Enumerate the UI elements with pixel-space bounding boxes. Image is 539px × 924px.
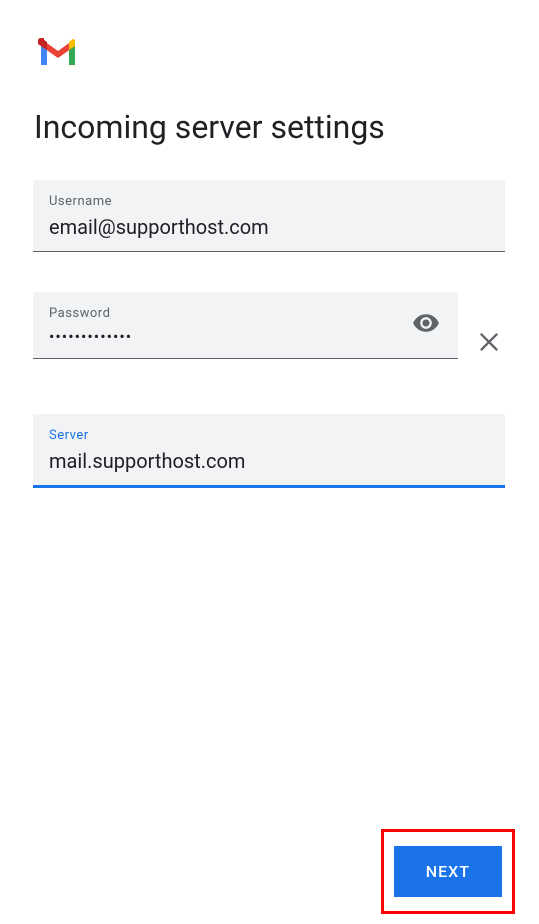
- page-title: Incoming server settings: [34, 108, 385, 146]
- password-label: Password: [49, 306, 442, 321]
- server-field-group[interactable]: Server: [33, 414, 505, 488]
- username-input[interactable]: [49, 215, 489, 239]
- server-input[interactable]: [49, 449, 489, 473]
- server-label: Server: [49, 428, 489, 443]
- next-button-highlight: NEXT: [381, 829, 515, 914]
- password-field-group[interactable]: Password •••••••••••••: [33, 292, 458, 359]
- next-button[interactable]: NEXT: [394, 846, 502, 897]
- show-password-icon[interactable]: [412, 309, 440, 341]
- clear-password-icon[interactable]: [475, 328, 503, 360]
- gmail-logo: [38, 38, 78, 72]
- username-label: Username: [49, 194, 489, 209]
- username-field-group[interactable]: Username: [33, 180, 505, 252]
- password-input[interactable]: •••••••••••••: [49, 327, 442, 346]
